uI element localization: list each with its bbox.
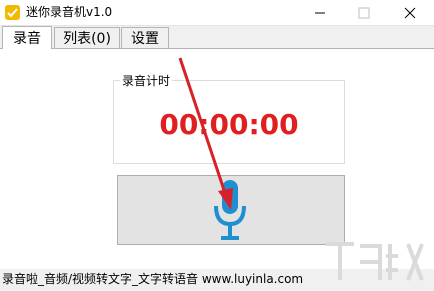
tab-record[interactable]: 录音 [2, 26, 52, 49]
timer-group-label: 录音计时 [120, 72, 173, 89]
app-logo-icon [5, 5, 20, 20]
watermark-logo [326, 242, 424, 281]
minimize-icon [315, 12, 325, 13]
close-button[interactable] [390, 0, 430, 25]
footer-text: 录音啦_音频/视频转文字_文字转语音 www.luyinla.com [2, 272, 304, 286]
maximize-icon [358, 7, 370, 18]
close-icon [404, 7, 416, 18]
tab-settings[interactable]: 设置 [121, 27, 169, 48]
microphone-icon[interactable] [213, 176, 247, 244]
minimize-button[interactable] [300, 0, 340, 25]
tab-list[interactable]: 列表(0) [54, 27, 120, 48]
record-timer: 00:00:00 [159, 108, 299, 141]
title-bar: 迷你录音机v1.0 [0, 0, 434, 26]
maximize-button[interactable] [344, 0, 384, 25]
window-title: 迷你录音机v1.0 [26, 5, 113, 19]
